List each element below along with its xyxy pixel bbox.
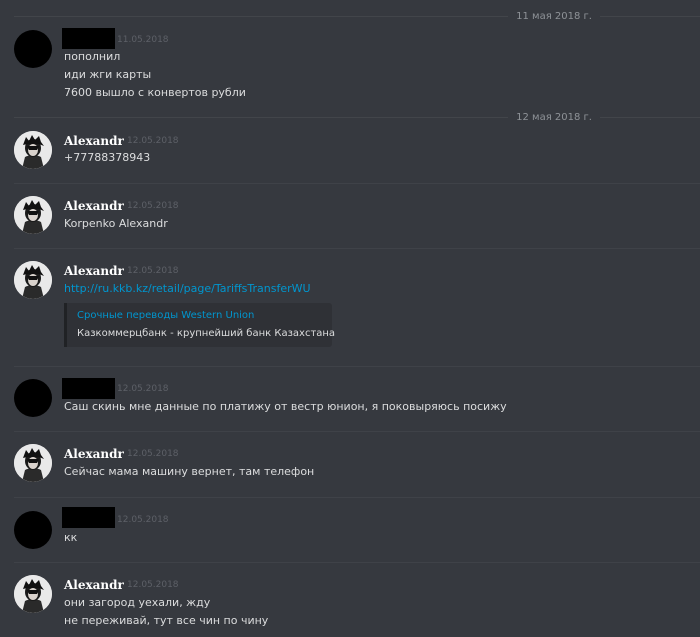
date-divider-label: 12 мая 2018 г. (508, 110, 600, 126)
embed-title-link[interactable]: Срочные переводы Western Union (77, 309, 254, 323)
message-text: не переживай, тут все чин по чину (64, 614, 269, 627)
message-separator (14, 183, 700, 184)
message-text: кк (64, 531, 78, 544)
message-timestamp: 12.05.2018 (117, 515, 169, 525)
avatar[interactable] (14, 511, 52, 549)
date-divider-label: 11 мая 2018 г. (508, 9, 600, 25)
avatar[interactable] (14, 575, 52, 613)
message-text: Саш скинь мне данные по платижу от вестр… (64, 400, 507, 413)
message-link[interactable]: http://ru.kkb.kz/retail/page/TariffsTran… (64, 281, 311, 297)
redacted-username (62, 507, 115, 528)
redacted-username (62, 28, 115, 49)
message-separator (14, 431, 700, 432)
avatar-image (14, 575, 52, 613)
message-text: они загород уехали, жду (64, 596, 211, 609)
message-separator (14, 497, 700, 498)
message-timestamp: 12.05.2018 (127, 449, 179, 459)
message-text: пополнил (64, 50, 121, 63)
avatar[interactable] (14, 261, 52, 299)
message-timestamp: 12.05.2018 (127, 580, 179, 590)
message-timestamp: 12.05.2018 (127, 136, 179, 146)
date-divider: 11 мая 2018 г. (14, 9, 700, 25)
message-timestamp: 11.05.2018 (117, 35, 169, 45)
link-embed: Срочные переводы Western Union Казкоммер… (64, 303, 336, 347)
embed-description: Казкоммерцбанк - крупнейший банк Казахст… (77, 328, 336, 339)
message-text: +77788378943 (64, 151, 151, 164)
message-author[interactable]: Alexandr (64, 446, 124, 462)
redacted-username (62, 378, 115, 399)
message-separator (14, 248, 700, 249)
date-divider: 12 мая 2018 г. (14, 110, 700, 126)
message-text: 7600 вышло с конвертов рубли (64, 86, 246, 99)
message-author[interactable]: Alexandr (64, 577, 124, 593)
message-timestamp: 12.05.2018 (117, 384, 169, 394)
avatar-image (14, 444, 52, 482)
avatar[interactable] (14, 196, 52, 234)
message-text: Сейчас мама машину вернет, там телефон (64, 465, 315, 478)
avatar-image (14, 261, 52, 299)
avatar-image (14, 196, 52, 234)
message-timestamp: 12.05.2018 (127, 266, 179, 276)
message-author[interactable]: Alexandr (64, 133, 124, 149)
message-separator (14, 562, 700, 563)
message-text: Korpenko Alexandr (64, 217, 168, 230)
message-text: иди жги карты (64, 68, 152, 81)
avatar[interactable] (14, 131, 52, 169)
avatar[interactable] (14, 30, 52, 68)
message-author[interactable]: Alexandr (64, 263, 124, 279)
avatar[interactable] (14, 379, 52, 417)
avatar[interactable] (14, 444, 52, 482)
avatar-image (14, 131, 52, 169)
message-timestamp: 12.05.2018 (127, 201, 179, 211)
message-separator (14, 366, 700, 367)
message-author[interactable]: Alexandr (64, 198, 124, 214)
